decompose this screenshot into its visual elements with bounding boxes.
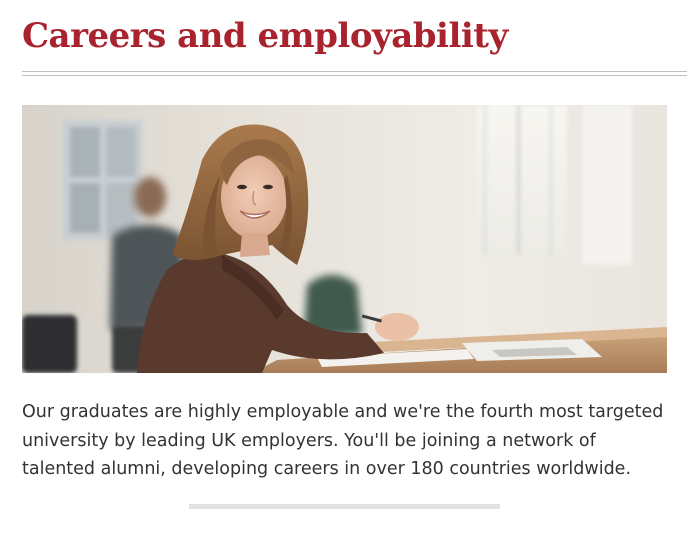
student-photo [22,105,667,373]
section-title: Careers and employability [22,16,508,56]
section-separator [189,504,500,509]
careers-section: Careers and employability Our graduates … [0,0,687,546]
title-divider-top [22,71,687,72]
title-divider-bottom [22,75,687,76]
section-intro-text: Our graduates are highly employable and … [22,402,664,479]
